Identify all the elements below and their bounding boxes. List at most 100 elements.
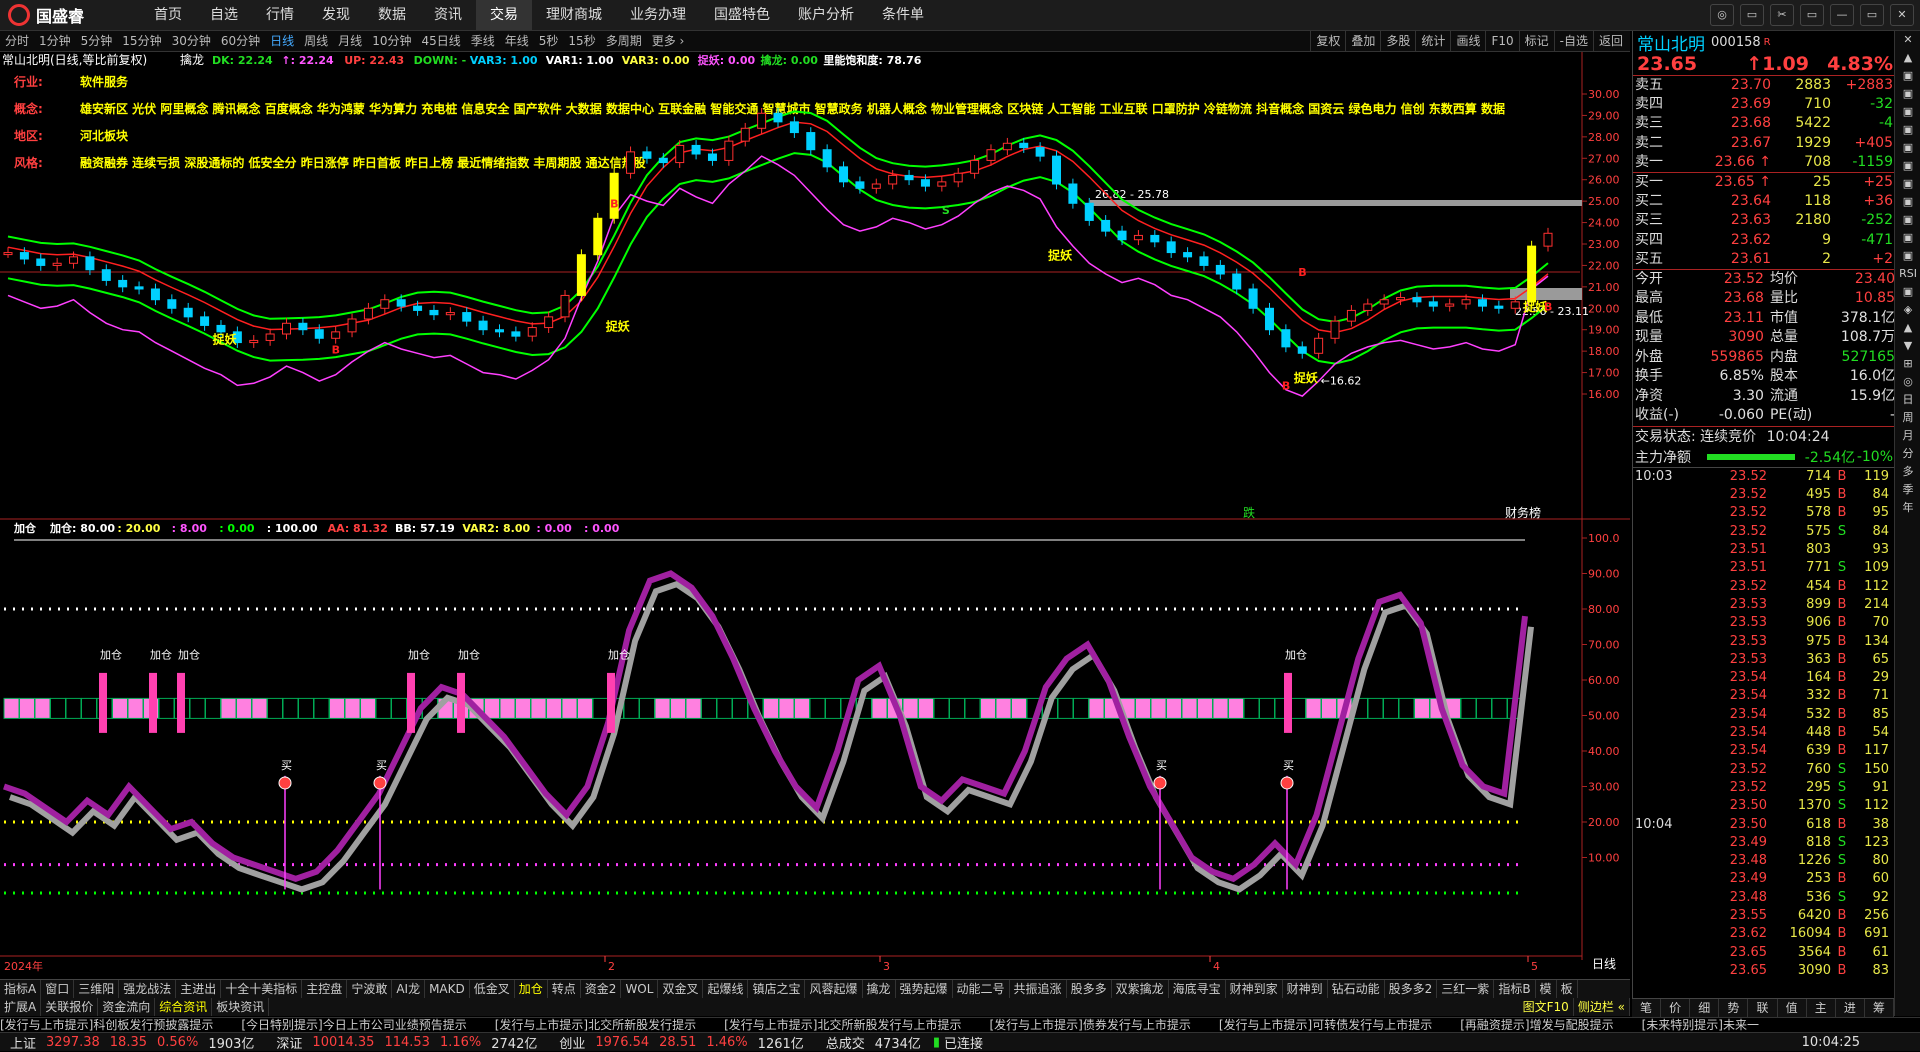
news-item-5[interactable]: [发行与上市提示]可转债发行与上市提示 [1219,1018,1432,1032]
indicator-tab-32[interactable]: 模 [1536,980,1557,998]
cy-index-name[interactable]: 创业 [559,1033,585,1052]
indicator-tab-7[interactable]: 宁波敢 [347,980,393,998]
bid-row-4[interactable]: 买五 23.61 2 +2 [1633,250,1895,269]
period-6[interactable]: 日线 [265,31,299,51]
bid-row-0[interactable]: 买一 23.65 ↑ 25 +25 [1633,173,1895,192]
indicator-tab-21[interactable]: 动能二号 [953,980,1010,998]
side-button-5[interactable]: ▣ [1895,121,1920,139]
info-tab-2[interactable]: 资金流向 [98,998,156,1016]
indicator-tab-26[interactable]: 财神到家 [1226,980,1283,998]
side-button-24[interactable]: 多 [1895,463,1920,481]
side-button-0[interactable]: ✕ [1895,31,1920,49]
sz-index-name[interactable]: 深证 [276,1033,302,1052]
indicator-tab-4[interactable]: 主进出 [176,980,222,998]
quote-tab-3[interactable]: 势 [1719,999,1749,1017]
indicator-tab-8[interactable]: AI龙 [392,980,426,998]
period-5[interactable]: 60分钟 [216,31,265,51]
jiacang-indicator-chart[interactable]: 100.0 90.00 80.00 70.00 60.00 50.00 40.00 30.00… [0,520,1630,980]
quote-tab-6[interactable]: 主 [1807,999,1836,1017]
chart-tool-0[interactable]: 复权 [1310,31,1345,51]
period-15[interactable]: 多周期 [601,31,647,51]
news-item-4[interactable]: [发行与上市提示]债券发行与上市提示 [990,1018,1191,1032]
side-button-17[interactable]: ▼ [1895,337,1920,355]
side-button-4[interactable]: ▣ [1895,103,1920,121]
quote-tab-7[interactable]: 进 [1836,999,1865,1017]
menu-item-1[interactable]: 自选 [196,0,252,30]
period-4[interactable]: 30分钟 [167,31,216,51]
info-tab-1[interactable]: 关联报价 [41,998,99,1016]
menu-item-2[interactable]: 行情 [252,0,308,30]
indicator-tab-31[interactable]: 指标B [1494,980,1536,998]
window-control-5[interactable]: ▭ [1860,4,1884,26]
chart-tool-1[interactable]: 叠加 [1345,31,1380,51]
indicator-tab-12[interactable]: 转点 [548,980,581,998]
window-control-1[interactable]: ▭ [1740,4,1764,26]
indicator-tab-19[interactable]: 擒龙 [863,980,896,998]
period-2[interactable]: 5分钟 [76,31,118,51]
side-button-1[interactable]: ▲ [1895,49,1920,67]
period-9[interactable]: 10分钟 [367,31,416,51]
indicator-tab-29[interactable]: 股多多2 [1385,980,1438,998]
ask-row-0[interactable]: 卖五 23.70 2883 +2883 [1633,76,1895,95]
side-button-19[interactable]: ◎ [1895,373,1920,391]
indicator-tab-16[interactable]: 起爆线 [703,980,749,998]
info-tab-right-0[interactable]: 图文F10 [1519,998,1574,1016]
side-button-12[interactable]: ▣ [1895,247,1920,265]
period-16[interactable]: 更多 › [647,31,690,51]
chart-tool-6[interactable]: 标记 [1518,31,1554,51]
indicator-tab-25[interactable]: 海底寻宝 [1169,980,1226,998]
period-1[interactable]: 1分钟 [34,31,76,51]
side-button-3[interactable]: ▣ [1895,85,1920,103]
ask-row-4[interactable]: 卖一 23.66 ↑ 708 -1159 [1633,153,1895,172]
indicator-tab-3[interactable]: 强龙战法 [119,980,177,998]
ask-row-2[interactable]: 卖三 23.68 5422 -4 [1633,114,1895,133]
chart-tool-8[interactable]: 返回 [1592,31,1628,51]
window-control-6[interactable]: ✕ [1890,4,1914,26]
chart-tool-4[interactable]: 画线 [1450,31,1485,51]
indicator-tab-1[interactable]: 窗口 [41,980,75,998]
side-button-14[interactable]: ▣ [1895,283,1920,301]
indicator-tab-2[interactable]: 三维阳 [74,980,120,998]
menu-item-6[interactable]: 交易 [476,0,532,30]
window-control-3[interactable]: ▭ [1800,4,1824,26]
period-10[interactable]: 45日线 [416,31,465,51]
side-button-26[interactable]: 年 [1895,499,1920,517]
news-item-3[interactable]: [发行与上市提示]北交所新股发行与上市提示 [724,1018,961,1032]
indicator-tab-27[interactable]: 财神到 [1283,980,1328,998]
window-control-4[interactable]: — [1830,4,1854,26]
info-tab-4[interactable]: 板块资讯 [212,998,270,1016]
quote-tab-2[interactable]: 细 [1690,999,1720,1017]
info-tab-3[interactable]: 综合资讯 [155,998,213,1016]
side-button-22[interactable]: 月 [1895,427,1920,445]
chart-tool-7[interactable]: -自选 [1553,31,1593,51]
quote-tab-4[interactable]: 联 [1748,999,1778,1017]
chart-tool-3[interactable]: 统计 [1415,31,1450,51]
chart-tool-5[interactable]: F10 [1485,31,1518,51]
side-button-15[interactable]: ◈ [1895,301,1920,319]
menu-item-9[interactable]: 国盛特色 [700,0,784,30]
indicator-tab-33[interactable]: 板 [1557,980,1578,998]
quote-tab-1[interactable]: 价 [1661,999,1691,1017]
menu-item-0[interactable]: 首页 [140,0,196,30]
indicator-tab-28[interactable]: 钻石动能 [1328,980,1385,998]
indicator-tab-14[interactable]: WOL [621,980,659,998]
info-tab-right-1[interactable]: 侧边栏 « [1574,998,1630,1016]
side-button-13[interactable]: RSI [1895,265,1920,283]
menu-item-4[interactable]: 数据 [364,0,420,30]
side-button-21[interactable]: 周 [1895,409,1920,427]
app-logo[interactable]: 国盛睿 [8,4,84,26]
tick-list[interactable]: 10:03 23.52 714 B 119 23.52 495 B 84 23.52 578 B 95 2… [1633,468,1895,980]
menu-item-10[interactable]: 账户分析 [784,0,868,30]
menu-item-3[interactable]: 发现 [308,0,364,30]
news-item-2[interactable]: [发行与上市提示]北交所新股发行提示 [495,1018,696,1032]
side-button-6[interactable]: ▣ [1895,139,1920,157]
side-button-7[interactable]: ▣ [1895,157,1920,175]
kline-chart[interactable]: 30.00 29.00 28.00 27.00 26.00 25.00 24.00 23.00… [0,52,1630,520]
bid-row-3[interactable]: 买四 23.62 9 -471 [1633,231,1895,250]
menu-item-11[interactable]: 条件单 [868,0,938,30]
side-button-8[interactable]: ▣ [1895,175,1920,193]
period-7[interactable]: 周线 [299,31,333,51]
side-button-16[interactable]: ▲ [1895,319,1920,337]
indicator-tab-5[interactable]: 十全十美指标 [221,980,303,998]
indicator-tab-22[interactable]: 共振追涨 [1010,980,1067,998]
